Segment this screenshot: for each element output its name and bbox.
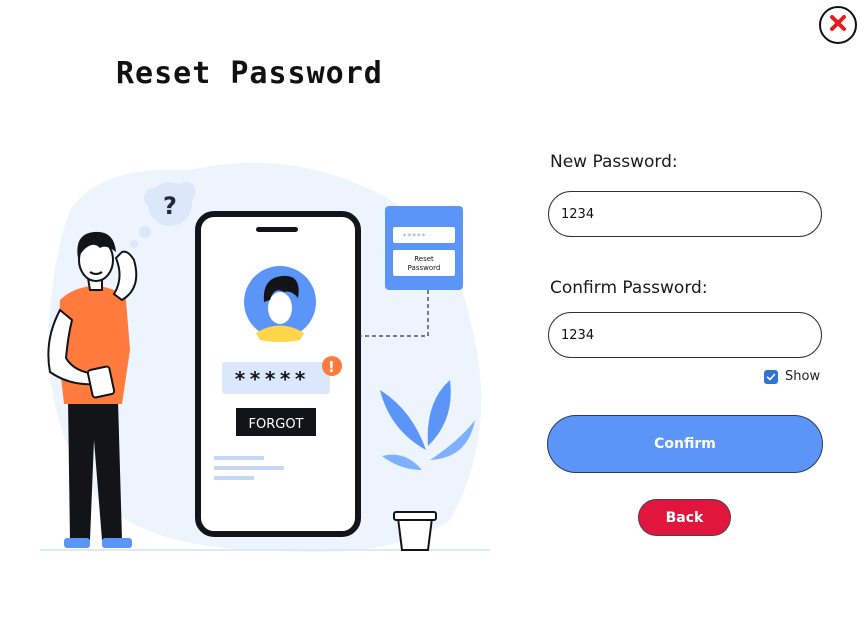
close-icon — [828, 13, 848, 37]
forgot-text: FORGOT — [249, 417, 304, 432]
show-password-label: Show — [785, 369, 821, 384]
page-title: Reset Password — [116, 56, 383, 91]
phone: ***** ! FORGOT — [195, 211, 361, 537]
show-password-checkbox[interactable] — [764, 369, 778, 384]
svg-text:!: ! — [328, 358, 335, 376]
show-password-toggle[interactable]: Show — [764, 369, 820, 384]
new-password-input[interactable] — [548, 191, 822, 237]
svg-text:*****: ***** — [402, 232, 426, 241]
confirm-password-input[interactable] — [548, 312, 822, 358]
confirm-password-label: Confirm Password: — [550, 278, 708, 298]
svg-text:Reset: Reset — [414, 255, 434, 263]
back-button[interactable]: Back — [638, 499, 731, 536]
confirm-button[interactable]: Confirm — [547, 415, 823, 473]
close-button[interactable] — [819, 6, 857, 44]
question-mark: ? — [163, 192, 177, 220]
new-password-label: New Password: — [550, 152, 678, 172]
forgot-password-illustration: ? ***** ! FORGOT ***** Reset Password — [40, 162, 490, 552]
check-icon — [766, 373, 776, 380]
svg-text:Password: Password — [408, 264, 441, 272]
password-mask-text: ***** — [234, 367, 309, 391]
